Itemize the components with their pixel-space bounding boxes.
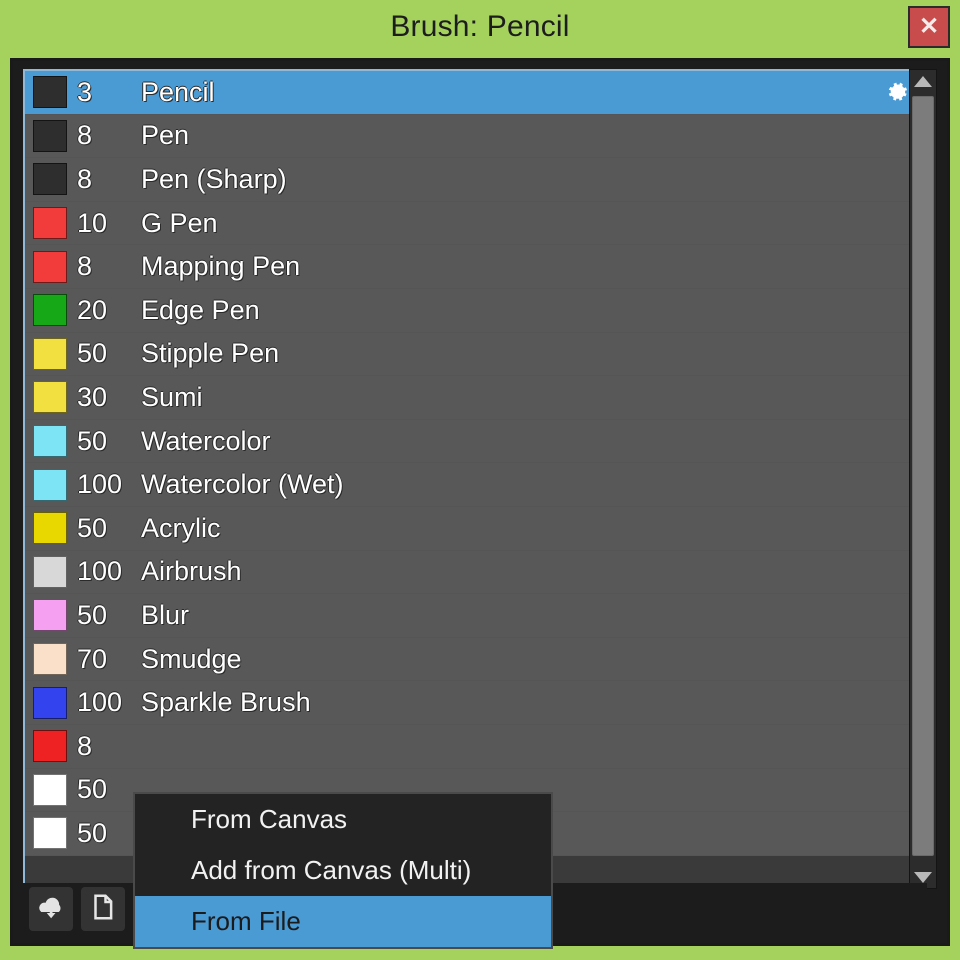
- brush-name-label: G Pen: [141, 207, 218, 238]
- brush-color-swatch[interactable]: [33, 817, 67, 850]
- brush-list[interactable]: 3 Pencil 8 Pen 8 Pen (Sharp) 10 G Pen 8 Mapping P…: [23, 69, 927, 889]
- brush-size-value: 8: [77, 163, 93, 194]
- toolbar-cloud-download-button[interactable]: [29, 887, 73, 931]
- brush-size-value: 20: [77, 294, 108, 325]
- brush-name-label: Stipple Pen: [141, 338, 280, 369]
- brush-row[interactable]: 50 Acrylic: [25, 506, 925, 551]
- brush-name-label: Pen (Sharp): [141, 163, 287, 194]
- brush-name-label: Blur: [141, 599, 190, 630]
- brush-row[interactable]: 8: [25, 724, 925, 769]
- vertical-scrollbar[interactable]: [909, 69, 937, 889]
- brush-color-swatch[interactable]: [33, 250, 67, 283]
- context-menu-item[interactable]: From File: [135, 896, 551, 947]
- panel-body: 3 Pencil 8 Pen 8 Pen (Sharp) 10 G Pen 8 Mapping P…: [10, 58, 950, 949]
- brush-row[interactable]: 100 Watercolor (Wet): [25, 463, 925, 507]
- brush-panel-window: Brush: Pencil ✕ 3 Pencil 8 Pen 8 Pen (Sharp) 1…: [0, 0, 960, 960]
- brush-size-value: 50: [77, 338, 108, 369]
- scroll-up-icon[interactable]: [910, 70, 936, 92]
- scrollbar-thumb[interactable]: [912, 96, 934, 856]
- brush-row[interactable]: 8 Mapping Pen: [25, 245, 925, 289]
- brush-row[interactable]: 50 Blur: [25, 594, 925, 638]
- brush-color-swatch[interactable]: [33, 425, 67, 458]
- brush-size-value: 3: [77, 76, 93, 107]
- brush-color-swatch[interactable]: [33, 207, 67, 240]
- brush-row[interactable]: 8 Pen (Sharp): [25, 158, 925, 202]
- brush-name-label: Pencil: [141, 76, 215, 107]
- brush-size-value: 50: [77, 599, 108, 630]
- brush-row[interactable]: 100 Airbrush: [25, 550, 925, 595]
- title-bar: Brush: Pencil ✕: [0, 0, 960, 56]
- brush-color-swatch[interactable]: [33, 119, 67, 152]
- context-menu[interactable]: From Canvas Add from Canvas (Multi) From F…: [133, 792, 553, 949]
- brush-name-label: Airbrush: [141, 556, 242, 587]
- brush-size-value: 100: [77, 556, 123, 587]
- brush-color-swatch[interactable]: [33, 337, 67, 370]
- brush-name-label: Mapping Pen: [141, 251, 301, 282]
- brush-name-label: Acrylic: [141, 512, 221, 543]
- brush-color-swatch[interactable]: [33, 773, 67, 806]
- brush-size-value: 8: [77, 730, 93, 761]
- brush-name-label: Edge Pen: [141, 294, 260, 325]
- brush-size-value: 50: [77, 425, 108, 456]
- brush-row[interactable]: 3 Pencil: [25, 71, 925, 115]
- close-icon: ✕: [918, 13, 940, 40]
- brush-size-value: 10: [77, 207, 108, 238]
- close-button[interactable]: ✕: [908, 6, 950, 48]
- brush-size-value: 30: [77, 381, 108, 412]
- brush-color-swatch[interactable]: [33, 555, 67, 588]
- brush-row[interactable]: 10 G Pen: [25, 201, 925, 246]
- brush-color-swatch[interactable]: [33, 643, 67, 676]
- brush-size-value: 50: [77, 817, 108, 848]
- brush-size-value: 100: [77, 469, 123, 500]
- brush-name-label: Sparkle Brush: [141, 687, 311, 718]
- context-menu-item[interactable]: From Canvas: [135, 794, 551, 845]
- brush-color-swatch[interactable]: [33, 381, 67, 414]
- brush-name-label: Watercolor (Wet): [141, 469, 344, 500]
- brush-list-rows: 3 Pencil 8 Pen 8 Pen (Sharp) 10 G Pen 8 Mapping P…: [25, 71, 925, 856]
- brush-color-swatch[interactable]: [33, 294, 67, 327]
- brush-size-value: 70: [77, 643, 108, 674]
- context-menu-item[interactable]: Add from Canvas (Multi): [135, 845, 551, 896]
- brush-row[interactable]: 20 Edge Pen: [25, 288, 925, 333]
- brush-size-value: 50: [77, 774, 108, 805]
- brush-color-swatch[interactable]: [33, 163, 67, 196]
- brush-row[interactable]: 70 Smudge: [25, 637, 925, 682]
- brush-size-value: 8: [77, 251, 93, 282]
- brush-row[interactable]: 8 Pen: [25, 114, 925, 159]
- brush-size-value: 8: [77, 120, 93, 151]
- gear-icon[interactable]: [883, 78, 911, 106]
- cloud-download-icon: [36, 892, 66, 927]
- brush-color-swatch[interactable]: [33, 599, 67, 632]
- brush-row[interactable]: 30 Sumi: [25, 376, 925, 420]
- brush-name-label: Pen: [141, 120, 190, 151]
- new-file-icon: [88, 892, 118, 927]
- brush-color-swatch[interactable]: [33, 686, 67, 719]
- brush-row[interactable]: 50 Stipple Pen: [25, 332, 925, 377]
- brush-color-swatch[interactable]: [33, 730, 67, 763]
- brush-color-swatch[interactable]: [33, 76, 67, 109]
- page-title: Brush: Pencil: [390, 10, 570, 43]
- brush-size-value: 100: [77, 687, 123, 718]
- brush-name-label: Sumi: [141, 381, 203, 412]
- toolbar-new-file-button[interactable]: [81, 887, 125, 931]
- brush-size-value: 50: [77, 512, 108, 543]
- brush-color-swatch[interactable]: [33, 512, 67, 545]
- brush-name-label: Watercolor: [141, 425, 271, 456]
- brush-color-swatch[interactable]: [33, 468, 67, 501]
- brush-name-label: Smudge: [141, 643, 242, 674]
- brush-row[interactable]: 50 Watercolor: [25, 419, 925, 464]
- brush-row[interactable]: 100 Sparkle Brush: [25, 681, 925, 725]
